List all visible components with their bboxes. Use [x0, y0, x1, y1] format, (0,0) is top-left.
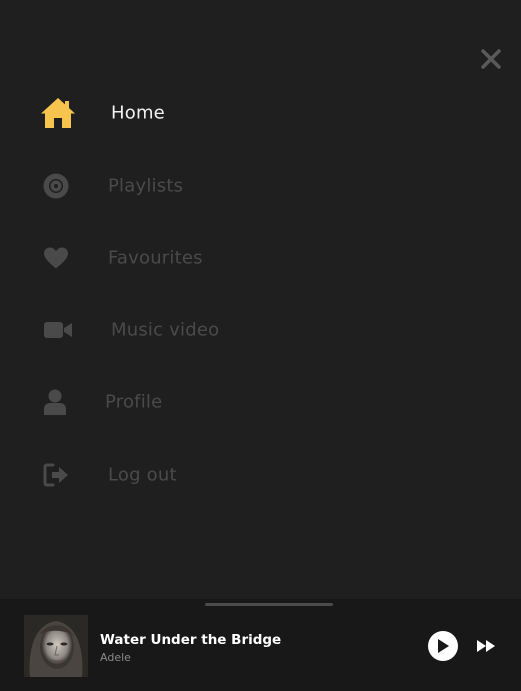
close-icon: [481, 49, 501, 69]
video-camera-icon: [44, 320, 72, 340]
menu-item-profile[interactable]: Profile: [0, 377, 521, 427]
menu-item-label: Log out: [108, 464, 177, 486]
disc-icon: [43, 173, 69, 199]
menu-item-home[interactable]: Home: [0, 88, 521, 138]
heart-icon: [43, 247, 69, 270]
mini-player[interactable]: Water Under the Bridge Adele: [0, 599, 521, 691]
user-icon: [44, 389, 66, 415]
play-icon: [438, 639, 449, 653]
track-title: Water Under the Bridge: [100, 632, 282, 648]
menu-item-label: Favourites: [108, 247, 203, 269]
menu-item-label: Profile: [105, 391, 163, 413]
menu-item-playlists[interactable]: Playlists: [0, 161, 521, 211]
menu-item-label: Home: [111, 102, 165, 124]
play-button[interactable]: [428, 631, 458, 661]
menu-item-label: Playlists: [108, 175, 184, 197]
menu-item-music-video[interactable]: Music video: [0, 305, 521, 355]
menu-item-favourites[interactable]: Favourites: [0, 233, 521, 283]
navigation-menu: Home Playlists Favourites Music video Pr…: [0, 0, 521, 599]
drag-handle[interactable]: [205, 603, 333, 606]
fast-forward-icon: [477, 640, 495, 652]
next-track-button[interactable]: [476, 637, 496, 655]
album-art[interactable]: [24, 615, 88, 677]
home-icon: [40, 97, 76, 129]
close-button[interactable]: [476, 44, 506, 74]
menu-item-log-out[interactable]: Log out: [0, 450, 521, 500]
logout-icon: [43, 463, 69, 487]
track-artist: Adele: [100, 651, 131, 664]
menu-item-label: Music video: [111, 319, 220, 341]
